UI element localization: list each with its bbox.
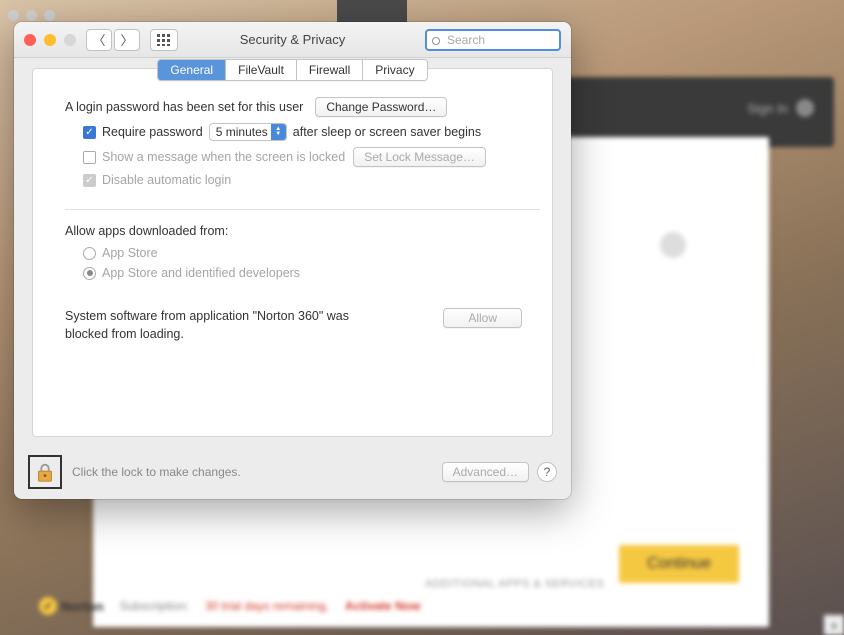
- tab-general[interactable]: General: [158, 60, 226, 80]
- change-password-button[interactable]: Change Password…: [315, 97, 447, 117]
- sign-in-link[interactable]: Sign In: [748, 101, 788, 116]
- subscription-label: Subscription:: [120, 599, 189, 613]
- security-privacy-window: 〈 〉 Security & Privacy General FileVault…: [14, 22, 571, 499]
- tab-filevault[interactable]: FileVault: [226, 60, 297, 80]
- section-divider: [65, 209, 540, 210]
- close-icon[interactable]: [24, 34, 36, 46]
- tab-privacy[interactable]: Privacy: [363, 60, 426, 80]
- require-password-label-after: after sleep or screen saver begins: [293, 125, 481, 139]
- background-window-traffic-lights: [8, 10, 55, 21]
- scroll-to-top-button[interactable]: ▲: [824, 615, 844, 635]
- lock-button[interactable]: [28, 455, 62, 489]
- chevron-updown-icon: ▲▼: [271, 124, 286, 140]
- avatar-icon[interactable]: [796, 99, 814, 117]
- minimize-icon[interactable]: [44, 34, 56, 46]
- advanced-button[interactable]: Advanced…: [442, 462, 529, 482]
- preferences-pane: General FileVault Firewall Privacy A log…: [32, 68, 553, 437]
- activate-now-link[interactable]: Activate Now: [345, 599, 420, 613]
- disable-autologin-label: Disable automatic login: [102, 173, 231, 187]
- show-message-checkbox: [83, 151, 96, 164]
- require-password-checkbox[interactable]: ✓: [83, 126, 96, 139]
- tab-firewall[interactable]: Firewall: [297, 60, 363, 80]
- require-password-delay-select[interactable]: 5 minutes ▲▼: [209, 123, 287, 141]
- background-dark-strip: [337, 0, 407, 22]
- radio-app-store-label: App Store: [102, 246, 158, 260]
- norton-status-bar: ✓Norton Subscription: 30 trial days rema…: [39, 589, 834, 623]
- set-lock-message-button: Set Lock Message…: [353, 147, 486, 167]
- back-button[interactable]: 〈: [86, 29, 112, 51]
- disable-autologin-checkbox: ✓: [83, 174, 96, 187]
- allow-downloads-heading: Allow apps downloaded from:: [65, 224, 522, 238]
- window-footer: Click the lock to make changes. Advanced…: [14, 449, 571, 499]
- lock-icon: [34, 461, 56, 483]
- lock-hint-text: Click the lock to make changes.: [72, 465, 241, 479]
- require-password-label-before: Require password: [102, 125, 203, 139]
- radio-app-store-identified-label: App Store and identified developers: [102, 266, 300, 280]
- titlebar: 〈 〉 Security & Privacy: [14, 22, 571, 58]
- allow-button[interactable]: Allow: [443, 308, 522, 328]
- show-all-button[interactable]: [150, 29, 178, 51]
- login-password-text: A login password has been set for this u…: [65, 100, 303, 114]
- search-input[interactable]: [425, 29, 561, 51]
- radio-app-store-identified: [83, 267, 96, 280]
- help-button[interactable]: ?: [537, 462, 557, 482]
- zoom-icon: [64, 34, 76, 46]
- tabs: General FileVault Firewall Privacy: [33, 59, 552, 81]
- show-message-label: Show a message when the screen is locked: [102, 150, 345, 164]
- trial-days-text: 30 trial days remaining.: [205, 599, 329, 613]
- continue-button[interactable]: Continue: [619, 545, 739, 583]
- norton-logo: ✓Norton: [39, 597, 104, 615]
- progress-step-dot: [660, 232, 686, 258]
- forward-button[interactable]: 〉: [114, 29, 140, 51]
- radio-app-store: [83, 247, 96, 260]
- blocked-software-text: System software from application "Norton…: [65, 308, 375, 343]
